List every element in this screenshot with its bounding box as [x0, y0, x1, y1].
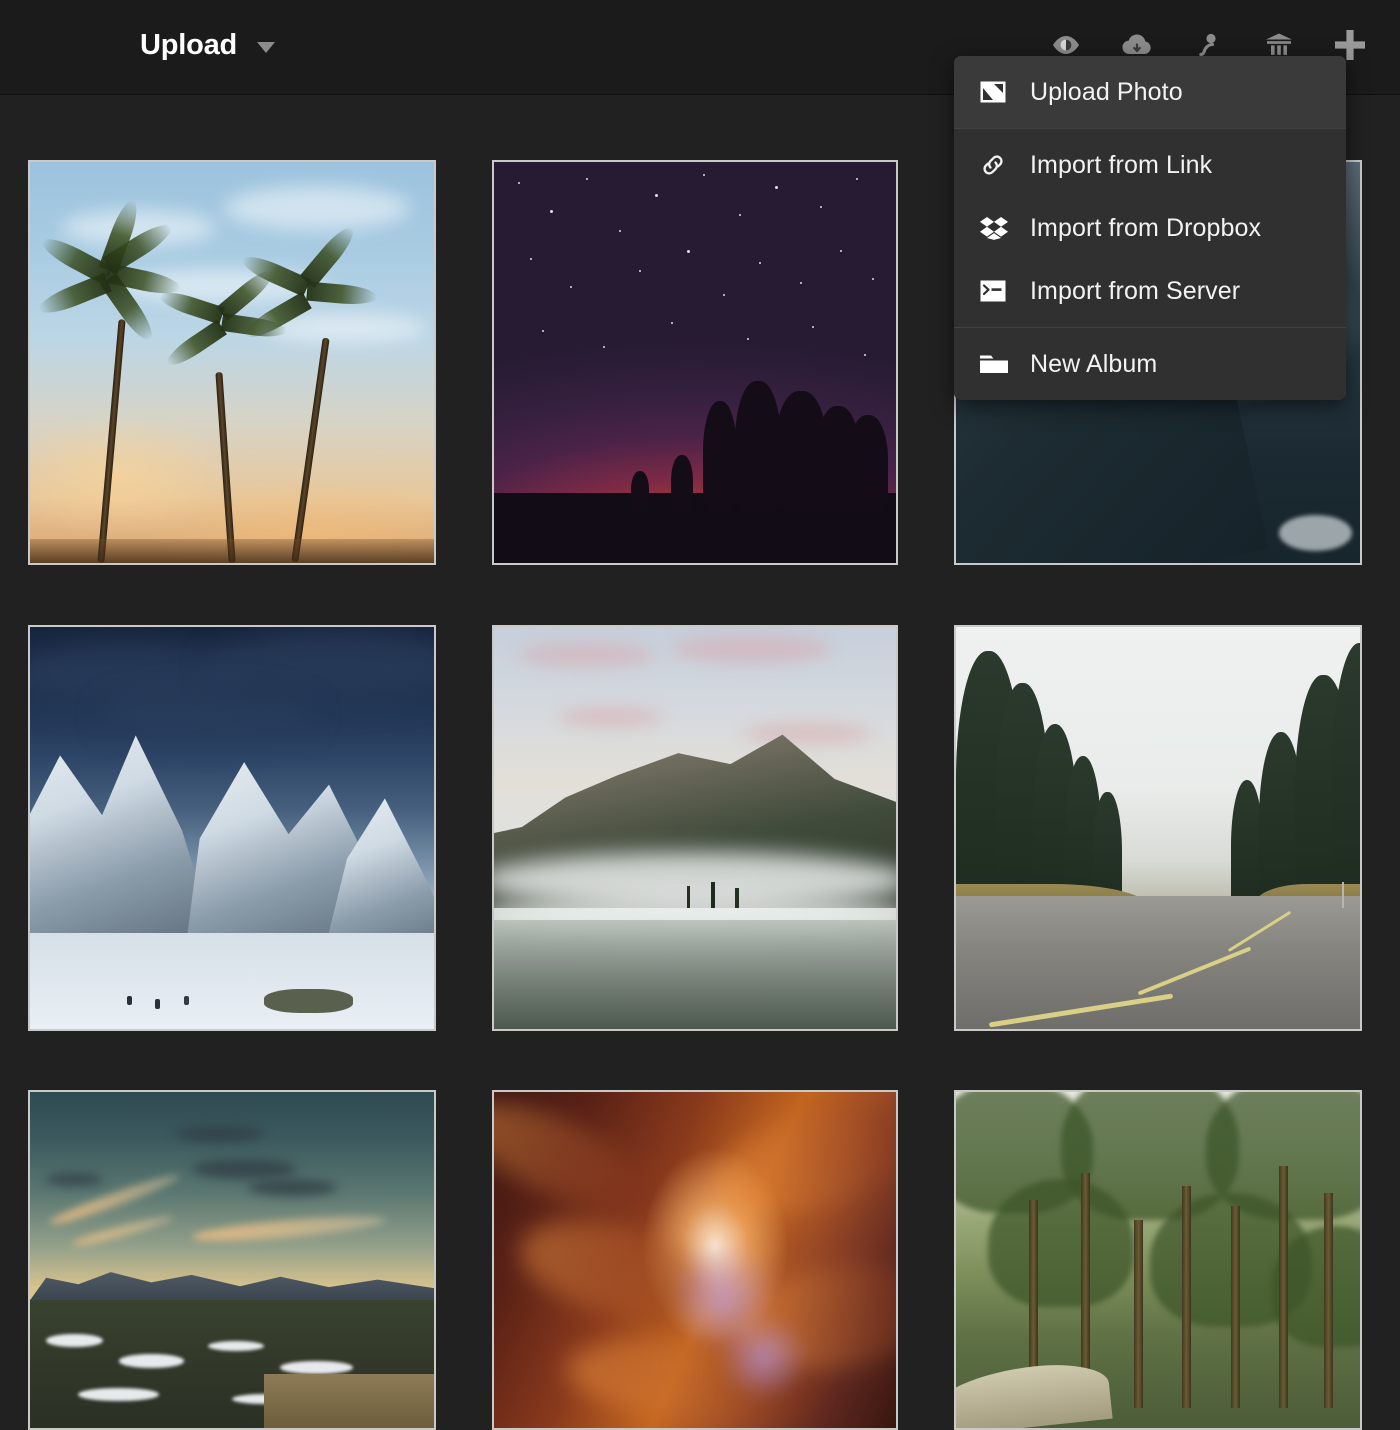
photo-thumbnail[interactable] — [28, 160, 436, 565]
folder-icon — [980, 353, 1020, 375]
menu-item-label: Import from Dropbox — [1030, 213, 1262, 242]
photo-thumbnail[interactable] — [28, 1090, 436, 1430]
terminal-icon — [980, 280, 1020, 302]
upload-dropdown-menu: Upload Photo Import from Link Import fro… — [954, 56, 1346, 400]
photo-thumbnail[interactable] — [492, 625, 898, 1031]
photo-mountain-sunset — [30, 1092, 434, 1428]
photo-thumbnail[interactable] — [954, 1090, 1362, 1430]
photo-green-forest — [956, 1092, 1360, 1428]
menu-item-import-from-link[interactable]: Import from Link — [954, 129, 1346, 201]
photo-palm-trees — [30, 162, 434, 563]
photo-misty-lake — [494, 627, 896, 1029]
photo-thumbnail[interactable] — [954, 625, 1362, 1031]
menu-item-label: Import from Server — [1030, 276, 1241, 305]
photo-starry-night — [494, 162, 896, 563]
photo-snowy-mountains — [30, 627, 434, 1029]
image-upload-icon — [980, 81, 1020, 103]
photo-slot-canyon — [494, 1092, 896, 1428]
menu-item-import-from-dropbox[interactable]: Import from Dropbox — [954, 201, 1346, 255]
photo-thumbnail[interactable] — [28, 625, 436, 1031]
link-icon — [980, 152, 1020, 178]
photo-thumbnail[interactable] — [492, 160, 898, 565]
menu-item-new-album[interactable]: New Album — [954, 328, 1346, 400]
dropbox-icon — [980, 216, 1020, 240]
menu-item-label: Import from Link — [1030, 150, 1213, 179]
page-title: Upload — [140, 29, 238, 61]
upload-dropdown-trigger[interactable]: Upload — [140, 29, 276, 62]
menu-item-label: Upload Photo — [1030, 77, 1183, 106]
menu-item-import-from-server[interactable]: Import from Server — [954, 255, 1346, 327]
chevron-down-icon — [257, 42, 276, 53]
photo-thumbnail[interactable] — [492, 1090, 898, 1430]
menu-item-label: New Album — [1030, 349, 1158, 378]
photo-foggy-forest-road — [956, 627, 1360, 1029]
menu-item-upload-photo[interactable]: Upload Photo — [954, 56, 1346, 128]
